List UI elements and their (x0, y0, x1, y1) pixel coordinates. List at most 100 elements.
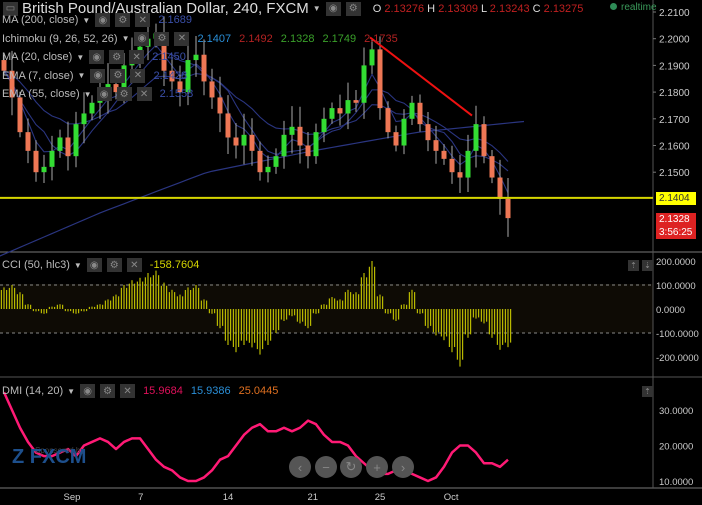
candle-body (481, 124, 487, 157)
candle-body (393, 132, 399, 146)
eye-icon[interactable]: ◉ (134, 31, 150, 46)
close-icon[interactable]: ✕ (130, 68, 146, 83)
candle-body (361, 65, 367, 103)
gear-icon[interactable]: ⚙ (115, 13, 131, 27)
level-price-tag: 2.1404 (656, 192, 696, 205)
close-icon[interactable]: ✕ (135, 13, 151, 27)
candle-body (313, 132, 319, 157)
indicator-legend[interactable]: EMA (7, close) ▼ ◉ ⚙ ✕ 2.1428 (2, 68, 187, 83)
candle-body (89, 102, 95, 114)
low-value: 2.13243 (489, 2, 530, 15)
zoom-in-button[interactable]: + (366, 456, 388, 478)
gear-icon[interactable]: ⚙ (109, 50, 125, 64)
reset-button[interactable]: ↻ (340, 456, 362, 478)
candle-body (265, 166, 271, 173)
eye-icon[interactable]: ◉ (80, 384, 96, 398)
dmi-legend[interactable]: DMI (14, 20) ▼ ◉ ⚙ ✕ 15.9684 15.9386 25.044… (2, 384, 278, 398)
cci-tick-label: -100.0000 (656, 329, 699, 340)
chevron-down-icon[interactable]: ▼ (76, 53, 84, 62)
y-tick-label: 2.1900 (659, 61, 690, 72)
candle-body (193, 54, 199, 61)
cci-tick-label: -200.0000 (656, 353, 699, 364)
cci-legend[interactable]: CCI (50, hlc3) ▼ ◉ ⚙ ✕ -158.7604 (2, 258, 199, 272)
indicator-legend[interactable]: MA (20, close) ▼ ◉ ⚙ ✕ 2.1450 (2, 50, 186, 64)
candle-body (289, 126, 295, 135)
candle-body (305, 145, 311, 157)
indicator-legend[interactable]: MA (200, close) ▼ ◉ ⚙ ✕ 2.1689 (2, 13, 192, 27)
eye-icon[interactable]: ◉ (86, 258, 102, 272)
eye-icon[interactable]: ◉ (89, 50, 105, 64)
close-icon[interactable]: ✕ (126, 258, 142, 272)
candle-body (329, 108, 335, 119)
bar-countdown: 3:56:25 (656, 226, 696, 239)
chevron-down-icon[interactable]: ▼ (67, 387, 75, 396)
indicator-label: Ichimoku (9, 26, 52, 26) (2, 32, 118, 45)
candle-body (209, 81, 215, 98)
x-tick-label: 14 (223, 492, 234, 503)
cci-tick-label: 200.0000 (656, 257, 696, 268)
indicator-value: 2.1749 (322, 32, 357, 45)
zoom-out-button[interactable]: − (315, 456, 337, 478)
indicator-label: EMA (55, close) (2, 88, 80, 100)
candle-body (321, 118, 327, 133)
gear-icon[interactable]: ⚙ (116, 87, 132, 101)
gear-icon[interactable]: ⚙ (106, 258, 122, 272)
close-value: 2.13275 (543, 2, 584, 15)
move-up-icon[interactable]: ⇡ (628, 260, 639, 271)
candle-body (473, 124, 479, 151)
chevron-down-icon[interactable]: ▼ (84, 90, 92, 99)
candle-body (25, 132, 31, 151)
indicator-legend[interactable]: Ichimoku (9, 26, 52, 26) ▼ ◉ ⚙ ✕ 2.1407 2.149… (2, 31, 398, 46)
y-tick-label: 2.1800 (659, 88, 690, 99)
candle-body (425, 124, 431, 141)
y-tick-label: 2.2100 (659, 8, 690, 19)
candle-body (409, 102, 415, 119)
candle-body (233, 137, 239, 146)
move-down-icon[interactable]: ⇣ (642, 260, 653, 271)
fxcm-logo: Z FXCM (12, 446, 87, 468)
candle-body (281, 134, 287, 157)
close-icon[interactable]: ✕ (120, 384, 136, 398)
y-tick-label: 2.1700 (659, 115, 690, 126)
candle-body (201, 54, 207, 82)
gear-icon[interactable]: ⚙ (110, 68, 126, 83)
candle-body (505, 198, 511, 219)
scroll-left-button[interactable]: ‹ (289, 456, 311, 478)
candle-body (217, 97, 223, 114)
candle-body (241, 134, 247, 146)
candle-body (465, 150, 471, 178)
candle-body (385, 108, 391, 133)
eye-icon[interactable]: ◉ (325, 1, 341, 16)
chevron-down-icon[interactable]: ▼ (78, 71, 86, 80)
chevron-down-icon[interactable]: ▼ (313, 4, 321, 13)
close-icon[interactable]: ✕ (129, 50, 145, 64)
x-tick-label: 7 (138, 492, 143, 503)
scroll-right-button[interactable]: › (392, 456, 414, 478)
eye-icon[interactable]: ◉ (90, 68, 106, 83)
low-label: L (481, 2, 487, 15)
indicator-value: 2.1450 (152, 51, 186, 63)
indicator-label: EMA (7, close) (2, 69, 74, 82)
chevron-down-icon[interactable]: ▼ (122, 34, 130, 43)
close-icon[interactable]: ✕ (174, 31, 190, 46)
candle-body (337, 108, 343, 114)
ohlc-readout: O 2.13276 H 2.13309 L 2.13243 C 2.13275 (373, 3, 584, 15)
eye-icon[interactable]: ◉ (95, 13, 111, 27)
chevron-down-icon[interactable]: ▼ (74, 261, 82, 270)
chevron-down-icon[interactable]: ▼ (82, 16, 90, 25)
close-icon[interactable]: ✕ (136, 87, 152, 101)
candle-body (297, 126, 303, 146)
candle-body (345, 100, 351, 114)
open-value: 2.13276 (384, 2, 425, 15)
gear-icon[interactable]: ⚙ (345, 1, 361, 16)
candle-body (73, 124, 79, 157)
indicator-value: 2.1492 (239, 32, 273, 45)
candle-body (369, 49, 375, 66)
candle-body (57, 137, 63, 151)
move-up-icon[interactable]: ⇡ (642, 386, 653, 397)
gear-icon[interactable]: ⚙ (154, 31, 170, 46)
indicator-legend[interactable]: EMA (55, close) ▼ ◉ ⚙ ✕ 2.1558 (2, 87, 193, 101)
indicator-label: MA (200, close) (2, 14, 79, 26)
gear-icon[interactable]: ⚙ (100, 384, 116, 398)
eye-icon[interactable]: ◉ (96, 87, 112, 101)
